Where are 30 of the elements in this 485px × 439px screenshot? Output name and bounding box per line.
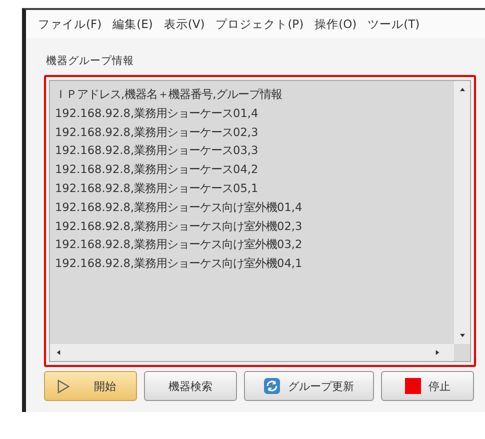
refresh-icon [264, 378, 280, 394]
stop-icon [404, 378, 420, 394]
menu-item[interactable]: 編集(E) [112, 16, 153, 32]
text-line: 192.168.92.8,業務用ショーケース01,4 [55, 106, 258, 122]
menu-item[interactable]: ファイル(F) [38, 16, 102, 32]
horizontal-scrollbar[interactable] [50, 344, 454, 361]
text-line: 192.168.92.8,業務用ショーケース03,3 [55, 143, 258, 160]
section-label: 機器グループ情報 [45, 54, 135, 69]
search-button[interactable]: 機器検索 [144, 371, 237, 401]
text-line: 192.168.92.8,業務用ショーケース02,3 [55, 124, 258, 141]
menu-item[interactable]: プロジェクト(P) [216, 16, 304, 32]
vertical-scrollbar[interactable] [454, 81, 470, 344]
play-icon [57, 378, 70, 394]
text-line: ＩＰアドレス,機器名＋機器番号,グループ情報 [55, 87, 282, 103]
start-button[interactable]: 開始 [44, 371, 137, 401]
scroll-right-icon[interactable] [435, 349, 440, 356]
text-line: 192.168.92.8,業務用ショーケス向け室外機01,4 [55, 200, 302, 216]
scroll-down-icon[interactable] [458, 333, 466, 338]
text-line: 192.168.92.8,業務用ショーケス向け室外機02,3 [55, 218, 302, 235]
scroll-up-icon[interactable] [458, 87, 466, 92]
text-line: 192.168.92.8,業務用ショーケース05,1 [55, 180, 258, 197]
text-line: 192.168.92.8,業務用ショーケス向け室外機04,1 [55, 256, 302, 272]
text-line: 192.168.92.8,業務用ショーケース04,2 [55, 162, 258, 178]
stop-button[interactable]: 停止 [381, 371, 474, 401]
menu-item[interactable]: ツール(T) [368, 16, 420, 32]
text-line: 192.168.92.8,業務用ショーケス向け室外機03,2 [55, 237, 302, 254]
refresh-button[interactable]: グループ更新 [244, 371, 374, 401]
menu-item[interactable]: 表示(V) [164, 16, 205, 32]
menu-item[interactable]: 操作(O) [314, 16, 357, 32]
scroll-left-icon[interactable] [56, 349, 61, 356]
